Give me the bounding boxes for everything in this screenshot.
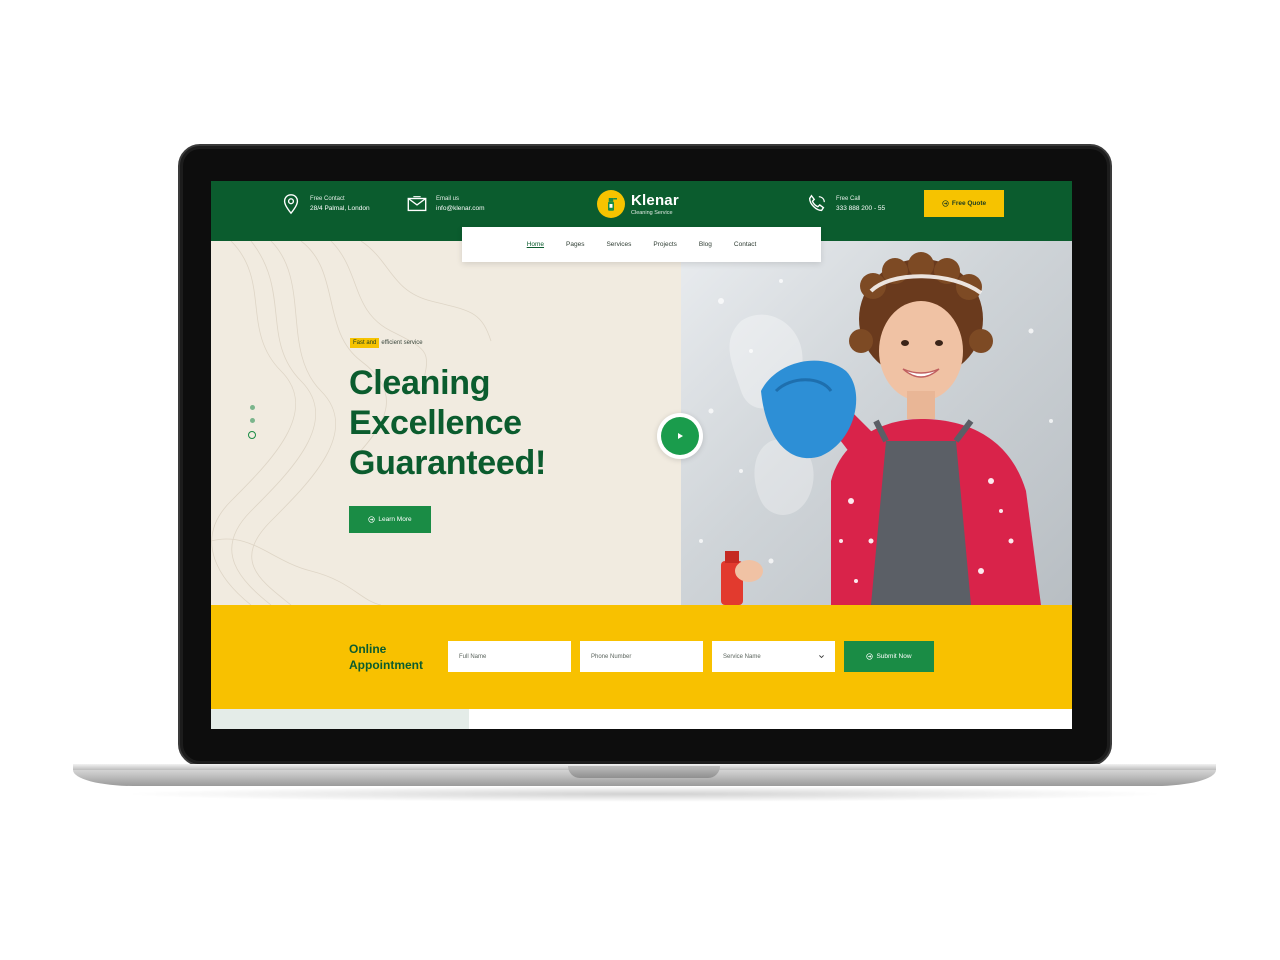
nav-item-projects[interactable]: Projects <box>642 241 687 248</box>
brand-tagline: Cleaning Service <box>631 210 673 216</box>
hero-title-line-3: Guaranteed! <box>349 444 546 482</box>
circle-arrow-icon <box>866 653 874 660</box>
woman-cleaning-illustration <box>699 252 1053 605</box>
address-label: Free Contact <box>310 196 345 202</box>
appointment-title-line-1: Online <box>349 642 387 656</box>
main-nav: Home Pages Services Projects Blog Contac… <box>462 227 821 262</box>
free-quote-label: Free Quote <box>951 200 987 207</box>
envelope-icon <box>407 196 427 212</box>
phone-block: Free Call 333 888 200 - 55 <box>806 193 885 215</box>
online-appointment-section: Online Appointment Full Name Phone Numbe… <box>211 605 1072 709</box>
phone-value[interactable]: 333 888 200 - 55 <box>836 205 885 212</box>
circle-arrow-icon <box>942 200 949 207</box>
video-play-button[interactable] <box>657 413 703 459</box>
hero-badge-text: efficient service <box>381 340 423 346</box>
play-icon <box>678 433 683 439</box>
phone-number-input[interactable]: Phone Number <box>580 641 703 672</box>
slider-dot-2[interactable] <box>250 418 255 423</box>
hero-badge: Fast and efficient service <box>350 338 423 348</box>
learn-more-label: Learn More <box>378 516 412 523</box>
hero-title-line-2: Excellence <box>349 404 522 442</box>
hero-badge-highlight: Fast and <box>350 338 380 348</box>
submit-now-label: Submit Now <box>876 653 912 660</box>
brand-name: Klenar <box>631 192 679 209</box>
appointment-title-line-2: Appointment <box>349 658 423 672</box>
nav-item-pages[interactable]: Pages <box>555 241 595 248</box>
chevron-down-icon <box>819 655 824 659</box>
full-name-placeholder: Full Name <box>459 653 487 660</box>
laptop-notch <box>568 766 720 778</box>
laptop-shadow <box>120 786 1170 802</box>
full-name-input[interactable]: Full Name <box>448 641 571 672</box>
email-value[interactable]: info@klenar.com <box>436 205 485 212</box>
slider-dot-active[interactable] <box>248 431 256 439</box>
learn-more-button[interactable]: Learn More <box>349 506 431 533</box>
brand-logo-group[interactable]: Klenar Cleaning Service <box>597 190 679 218</box>
submit-now-button[interactable]: Submit Now <box>844 641 934 672</box>
circle-arrow-icon <box>368 516 376 523</box>
hero-photo <box>681 241 1072 605</box>
hero-title-line-1: Cleaning <box>349 364 491 402</box>
nav-item-services[interactable]: Services <box>595 241 642 248</box>
nav-item-contact[interactable]: Contact <box>723 241 767 248</box>
service-name-select[interactable]: Service Name <box>712 641 835 672</box>
appointment-title: Online Appointment <box>349 641 439 673</box>
phone-icon <box>808 194 825 212</box>
spray-bottle-icon <box>597 190 625 218</box>
address-value: 28/4 Palmal, London <box>310 205 370 212</box>
phone-label: Free Call <box>836 196 861 202</box>
next-section-right <box>469 709 1072 729</box>
next-section-left <box>211 709 469 729</box>
address-block: Free Contact 28/4 Palmal, London <box>280 193 370 215</box>
email-label: Email us <box>436 196 460 202</box>
free-quote-button[interactable]: Free Quote <box>924 190 1004 217</box>
service-name-placeholder: Service Name <box>723 653 761 660</box>
location-pin-icon <box>283 194 299 215</box>
hero-title: Cleaning Excellence Guaranteed! <box>349 363 649 483</box>
nav-item-home[interactable]: Home <box>516 241 555 248</box>
nav-item-blog[interactable]: Blog <box>688 241 723 248</box>
phone-number-placeholder: Phone Number <box>591 653 632 660</box>
laptop-screen: Free Contact 28/4 Palmal, London Email u… <box>211 181 1072 729</box>
slider-dot-1[interactable] <box>250 405 255 410</box>
email-block: Email us info@klenar.com <box>406 193 485 215</box>
